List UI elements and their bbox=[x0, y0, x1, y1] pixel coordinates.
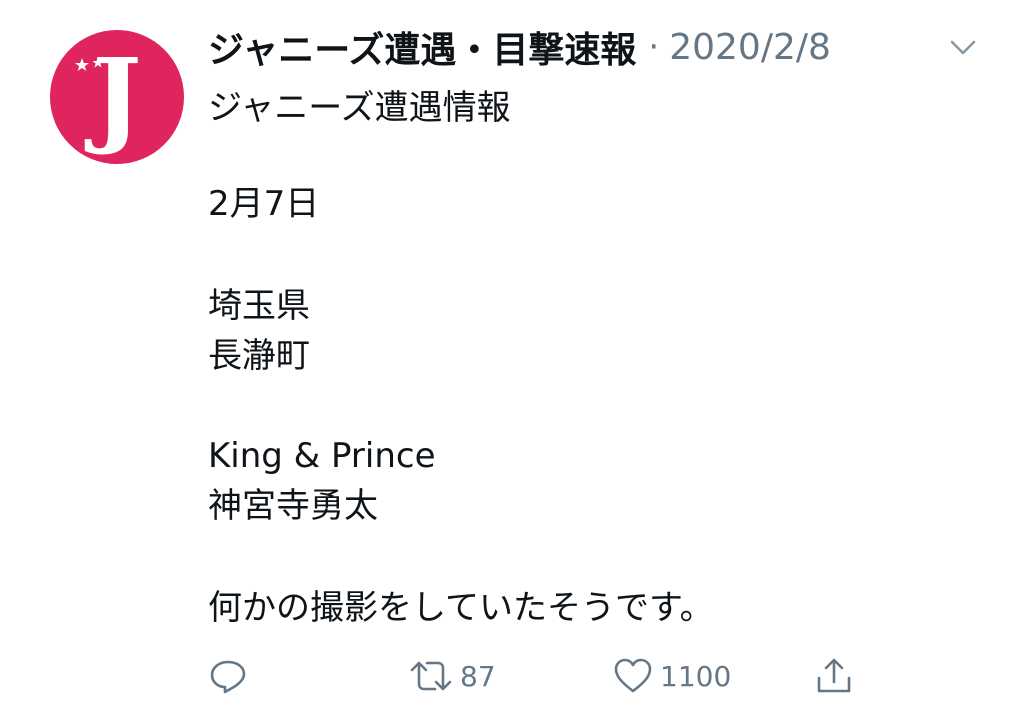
like-count: 1100 bbox=[660, 659, 732, 693]
tweet-actions: 87 1100 bbox=[208, 650, 888, 702]
user-name[interactable]: ジャニーズ遭遇・目撃速報 bbox=[208, 21, 636, 73]
chevron-down-icon[interactable] bbox=[946, 32, 980, 62]
tweet-group: King & Prince bbox=[208, 436, 436, 476]
tweet-town: 長瀞町 bbox=[208, 336, 310, 376]
like-button[interactable]: 1100 bbox=[612, 650, 731, 702]
tweet-prefecture: 埼玉県 bbox=[208, 286, 310, 326]
tweet-date-line: 2月7日 bbox=[208, 184, 320, 224]
reply-icon bbox=[210, 660, 246, 694]
retweet-count: 87 bbox=[460, 659, 496, 693]
header-separator: · bbox=[648, 27, 660, 67]
heart-icon bbox=[614, 658, 652, 693]
tweet-member: 神宮寺勇太 bbox=[208, 486, 378, 526]
share-button[interactable] bbox=[814, 650, 854, 702]
reply-button[interactable] bbox=[208, 650, 248, 702]
avatar-letter: J bbox=[92, 35, 142, 158]
tweet-date[interactable]: 2020/2/8 bbox=[669, 27, 831, 68]
tweet-message: 何かの撮影をしていたそうです。 bbox=[208, 588, 714, 628]
retweet-button[interactable]: 87 bbox=[408, 650, 496, 702]
avatar[interactable]: J bbox=[50, 30, 184, 164]
tweet-subtitle: ジャニーズ遭遇情報 bbox=[208, 88, 511, 128]
retweet-icon bbox=[410, 661, 452, 691]
share-icon bbox=[817, 658, 851, 693]
tweet-header: ジャニーズ遭遇・目撃速報 · 2020/2/8 bbox=[208, 22, 831, 72]
